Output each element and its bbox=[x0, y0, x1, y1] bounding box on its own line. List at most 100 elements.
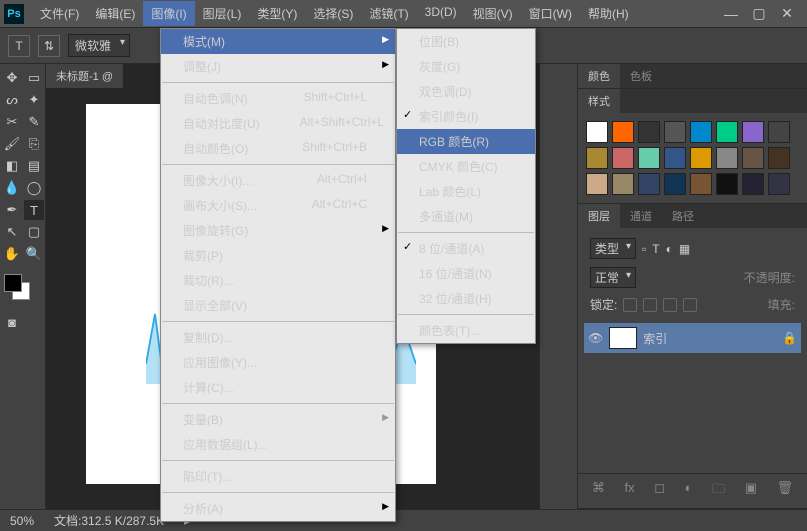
move-tool[interactable]: ✥ bbox=[2, 68, 22, 88]
style-swatch[interactable] bbox=[586, 173, 608, 195]
menu-item[interactable]: 文件(F) bbox=[32, 1, 87, 26]
menu-entry[interactable]: 图像大小(I)...Alt+Ctrl+I bbox=[161, 168, 395, 193]
font-family-dropdown[interactable]: 微软雅 bbox=[68, 34, 130, 57]
menu-entry[interactable]: 裁剪(P) bbox=[161, 243, 395, 268]
style-swatch[interactable] bbox=[664, 147, 686, 169]
lock-transparency-icon[interactable] bbox=[623, 298, 637, 312]
pen-tool[interactable]: ✒ bbox=[2, 200, 22, 220]
filter-icon[interactable]: ▫ bbox=[642, 242, 646, 256]
group-icon[interactable]: 🗀 bbox=[712, 480, 725, 502]
hand-tool[interactable]: ✋ bbox=[2, 244, 22, 264]
dodge-tool[interactable]: ◯ bbox=[24, 178, 44, 198]
style-swatch[interactable] bbox=[586, 147, 608, 169]
layer-row[interactable]: 👁 索引 🔒 bbox=[584, 323, 801, 353]
menu-entry[interactable]: 复制(D)... bbox=[161, 325, 395, 350]
layer-filter-kind[interactable]: 类型 bbox=[590, 238, 636, 259]
menu-entry[interactable]: 索引颜色(I) bbox=[397, 104, 535, 129]
tab-styles[interactable]: 样式 bbox=[578, 89, 620, 113]
eyedropper-tool[interactable]: ✎ bbox=[24, 112, 44, 132]
layer-name[interactable]: 索引 bbox=[643, 330, 667, 347]
tab-layers[interactable]: 图层 bbox=[578, 204, 620, 228]
gradient-tool[interactable]: ▤ bbox=[24, 156, 44, 176]
style-swatch[interactable] bbox=[664, 121, 686, 143]
filter-icon[interactable]: T bbox=[652, 242, 659, 256]
tab-channels[interactable]: 通道 bbox=[620, 204, 662, 228]
zoom-level[interactable]: 50% bbox=[10, 514, 34, 528]
tab-swatches[interactable]: 色板 bbox=[620, 64, 662, 88]
menu-entry[interactable]: CMYK 颜色(C) bbox=[397, 154, 535, 179]
path-tool[interactable]: ↖ bbox=[2, 222, 22, 242]
collapsed-dock[interactable] bbox=[539, 64, 577, 509]
style-swatch[interactable] bbox=[638, 173, 660, 195]
filter-icon[interactable]: ▦ bbox=[679, 242, 690, 256]
menu-entry[interactable]: 8 位/通道(A) bbox=[397, 236, 535, 261]
style-swatch[interactable] bbox=[664, 173, 686, 195]
menu-item[interactable]: 编辑(E) bbox=[87, 1, 143, 26]
menu-entry[interactable]: 多通道(M) bbox=[397, 204, 535, 229]
menu-entry[interactable]: 裁切(R)... bbox=[161, 268, 395, 293]
marquee-tool[interactable]: ▭ bbox=[24, 68, 44, 88]
layer-thumbnail[interactable] bbox=[609, 327, 637, 349]
link-layers-icon[interactable]: ⌘ bbox=[592, 480, 605, 502]
layer-style-icon[interactable]: fx bbox=[624, 480, 634, 502]
doc-size[interactable]: 文档:312.5 K/287.5K bbox=[54, 512, 164, 529]
delete-layer-icon[interactable]: 🗑 bbox=[777, 480, 794, 502]
lasso-tool[interactable]: ᔕ bbox=[2, 90, 22, 110]
menu-entry[interactable]: 应用图像(Y)... bbox=[161, 350, 395, 375]
menu-item[interactable]: 窗口(W) bbox=[521, 1, 580, 26]
menu-item[interactable]: 视图(V) bbox=[465, 1, 521, 26]
menu-entry[interactable]: Lab 颜色(L) bbox=[397, 179, 535, 204]
zoom-tool[interactable]: 🔍 bbox=[24, 244, 44, 264]
menu-entry[interactable]: 模式(M) bbox=[161, 29, 395, 54]
style-swatch[interactable] bbox=[768, 147, 790, 169]
style-swatch[interactable] bbox=[742, 147, 764, 169]
type-tool[interactable]: T bbox=[24, 200, 44, 220]
menu-entry[interactable]: 灰度(G) bbox=[397, 54, 535, 79]
style-swatch[interactable] bbox=[716, 173, 738, 195]
menu-item[interactable]: 3D(D) bbox=[417, 1, 465, 26]
lock-pixels-icon[interactable] bbox=[643, 298, 657, 312]
style-swatch[interactable] bbox=[612, 173, 634, 195]
style-swatch[interactable] bbox=[586, 121, 608, 143]
style-swatch[interactable] bbox=[638, 121, 660, 143]
menu-entry[interactable]: 计算(C)... bbox=[161, 375, 395, 400]
eraser-tool[interactable]: ◧ bbox=[2, 156, 22, 176]
menu-entry[interactable]: 颜色表(T)... bbox=[397, 318, 535, 343]
tab-paths[interactable]: 路径 bbox=[662, 204, 704, 228]
menu-item[interactable]: 滤镜(T) bbox=[361, 1, 416, 26]
style-swatch[interactable] bbox=[690, 121, 712, 143]
tool-preset-icon[interactable]: T bbox=[8, 35, 30, 57]
menu-entry[interactable]: 自动对比度(U)Alt+Shift+Ctrl+L bbox=[161, 111, 395, 136]
document-tab[interactable]: 未标题-1 @ bbox=[46, 64, 123, 88]
menu-item[interactable]: 图像(I) bbox=[143, 1, 194, 26]
menu-entry[interactable]: 自动色调(N)Shift+Ctrl+L bbox=[161, 86, 395, 111]
magic-wand-tool[interactable]: ✦ bbox=[24, 90, 44, 110]
style-swatch[interactable] bbox=[716, 147, 738, 169]
lock-position-icon[interactable] bbox=[663, 298, 677, 312]
adjustment-layer-icon[interactable]: ◐ bbox=[685, 480, 693, 502]
menu-entry[interactable]: 自动颜色(O)Shift+Ctrl+B bbox=[161, 136, 395, 161]
maximize-button[interactable]: ▢ bbox=[751, 6, 767, 22]
shape-tool[interactable]: ▢ bbox=[24, 222, 44, 242]
style-swatch[interactable] bbox=[690, 147, 712, 169]
close-button[interactable]: ✕ bbox=[779, 6, 795, 22]
style-swatch[interactable] bbox=[612, 147, 634, 169]
style-swatch[interactable] bbox=[742, 173, 764, 195]
tab-color[interactable]: 颜色 bbox=[578, 64, 620, 88]
blur-tool[interactable]: 💧 bbox=[2, 178, 22, 198]
style-swatch[interactable] bbox=[690, 173, 712, 195]
filter-icon[interactable]: ◐ bbox=[666, 242, 673, 256]
menu-item[interactable]: 类型(Y) bbox=[249, 1, 305, 26]
style-swatch[interactable] bbox=[768, 121, 790, 143]
minimize-button[interactable]: — bbox=[723, 6, 739, 22]
style-swatch[interactable] bbox=[742, 121, 764, 143]
blend-mode-dropdown[interactable]: 正常 bbox=[590, 267, 636, 288]
orientation-icon[interactable]: ⇅ bbox=[38, 35, 60, 57]
style-swatch[interactable] bbox=[768, 173, 790, 195]
menu-entry[interactable]: 图像旋转(G) bbox=[161, 218, 395, 243]
menu-item[interactable]: 选择(S) bbox=[305, 1, 361, 26]
menu-entry[interactable]: 分析(A) bbox=[161, 496, 395, 521]
menu-entry[interactable]: 调整(J) bbox=[161, 54, 395, 79]
brush-tool[interactable]: 🖌 bbox=[2, 134, 22, 154]
foreground-color-swatch[interactable] bbox=[4, 274, 22, 292]
